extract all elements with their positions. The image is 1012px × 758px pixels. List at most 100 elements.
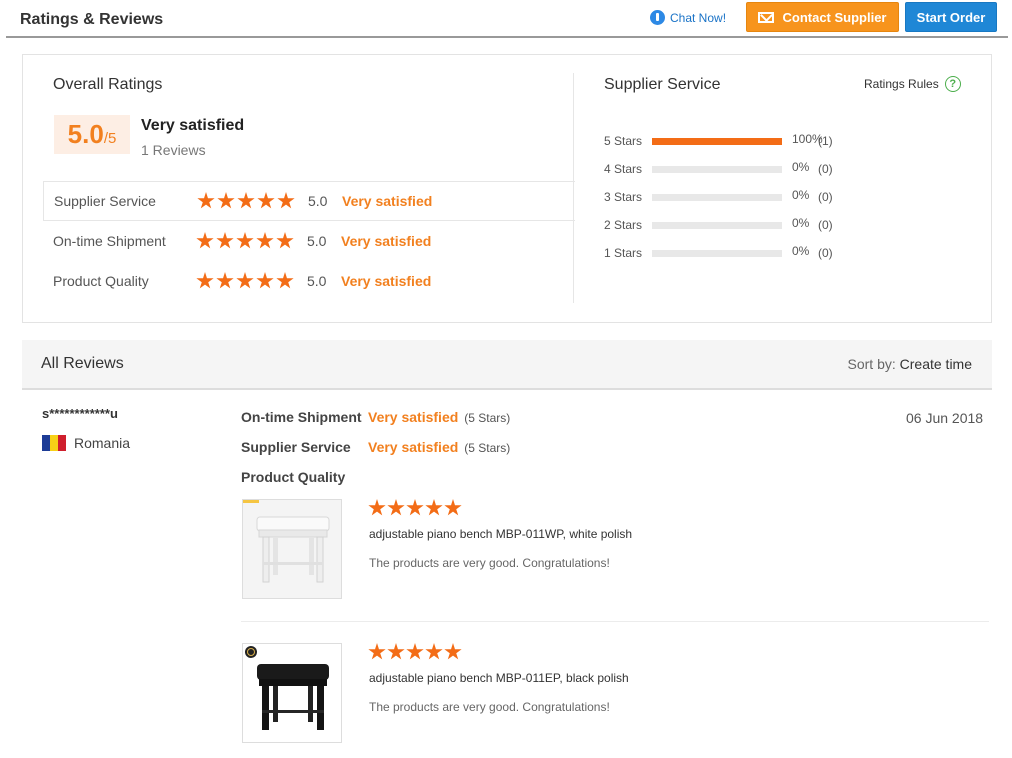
distribution-count: (0) <box>818 190 833 204</box>
star-icon <box>237 192 255 209</box>
star-icon <box>444 643 462 660</box>
star-icon <box>276 232 294 249</box>
rating-breakdown: Supplier Service 5.0 Very satisfied On-t… <box>43 181 575 301</box>
distribution-percent: 0% <box>792 216 810 230</box>
star-icon <box>257 192 275 209</box>
star-icon <box>196 232 214 249</box>
star-icon <box>277 192 295 209</box>
supplier-service-title: Supplier Service <box>604 76 721 93</box>
review-rating-line: Product Quality <box>241 469 510 499</box>
distribution-row: 4 Stars 0% (0) <box>604 159 864 187</box>
overall-label: Very satisfied <box>141 117 245 134</box>
distribution-count: (0) <box>818 162 833 176</box>
star-icon <box>197 192 215 209</box>
distribution-percent: 0% <box>792 160 810 174</box>
white-piano-bench-image <box>243 500 341 598</box>
sort-dropdown[interactable]: Sort by: Create time <box>848 356 973 372</box>
star-icon <box>368 499 386 516</box>
distribution-percent: 0% <box>792 244 810 258</box>
review-count: 1 Reviews <box>141 142 206 158</box>
review-comment: The products are very good. Congratulati… <box>369 700 610 714</box>
reviewer-country: Romania <box>42 435 130 451</box>
rating-row-label: Supplier Service <box>54 193 156 209</box>
start-order-button[interactable]: Start Order <box>905 2 997 32</box>
ratings-rules-label: Ratings Rules <box>864 77 939 91</box>
chat-now-link[interactable]: Chat Now! <box>650 10 726 25</box>
distribution-row: 2 Stars 0% (0) <box>604 215 864 243</box>
ratings-rules-link[interactable]: Ratings Rules ? <box>864 76 961 92</box>
overall-score: 5.0 <box>67 119 104 149</box>
rating-row-score: 5.0 <box>307 273 327 289</box>
distribution-row: 5 Stars 100% (1) <box>604 131 864 159</box>
panel-divider <box>573 73 574 303</box>
distribution-count: (0) <box>818 246 833 260</box>
sort-value: Create time <box>899 356 972 372</box>
reviewed-product: adjustable piano bench MBP-011WP, white … <box>241 498 989 622</box>
rating-row-desc: Very satisfied <box>341 233 432 249</box>
all-reviews-title: All Reviews <box>41 355 124 372</box>
black-piano-bench-image <box>243 644 341 742</box>
rating-row-score: 5.0 <box>307 233 327 249</box>
star-icon <box>196 272 214 289</box>
review-ratings: On-time Shipment Very satisfied (5 Stars… <box>241 409 510 499</box>
review-rating-key: On-time Shipment <box>241 409 362 425</box>
product-image[interactable] <box>242 643 342 743</box>
contact-supplier-label: Contact Supplier <box>782 9 887 25</box>
romania-flag-icon <box>42 435 66 451</box>
product-image[interactable] <box>242 499 342 599</box>
star-distribution: 5 Stars 100% (1) 4 Stars 0% (0) 3 Stars … <box>604 131 864 271</box>
star-icon <box>387 499 405 516</box>
star-icon <box>444 499 462 516</box>
overall-score-badge: 5.0 /5 <box>54 115 130 154</box>
review-rating-key: Supplier Service <box>241 439 351 455</box>
rating-row-product-quality: Product Quality 5.0 Very satisfied <box>43 261 575 301</box>
star-icon <box>406 643 424 660</box>
contact-supplier-button[interactable]: Contact Supplier <box>746 2 899 32</box>
distribution-row: 3 Stars 0% (0) <box>604 187 864 215</box>
distribution-count: (0) <box>818 218 833 232</box>
rating-row-ontime-shipment: On-time Shipment 5.0 Very satisfied <box>43 221 575 261</box>
distribution-bar <box>652 194 782 201</box>
distribution-count: (1) <box>818 134 833 148</box>
review-rating-value: Very satisfied <box>368 409 459 425</box>
overall-ratings-title: Overall Ratings <box>53 76 163 93</box>
product-star-rating <box>368 499 462 517</box>
star-icon <box>406 499 424 516</box>
distribution-row: 1 Stars 0% (0) <box>604 243 864 271</box>
review-rating-line: On-time Shipment Very satisfied (5 Stars… <box>241 409 510 439</box>
rating-row-desc: Very satisfied <box>342 193 433 209</box>
ratings-panel: Overall Ratings 5.0 /5 Very satisfied 1 … <box>22 54 992 323</box>
star-icon <box>387 643 405 660</box>
review-date: 06 Jun 2018 <box>906 410 984 426</box>
reviewed-product: adjustable piano bench MBP-011EP, black … <box>241 642 989 758</box>
star-icon <box>217 192 235 209</box>
star-rating <box>196 272 294 290</box>
star-icon <box>425 643 443 660</box>
distribution-label: 1 Stars <box>604 246 643 260</box>
review-rating-key: Product Quality <box>241 469 346 485</box>
product-name[interactable]: adjustable piano bench MBP-011WP, white … <box>369 527 632 541</box>
distribution-bar-fill <box>652 138 782 145</box>
star-icon <box>216 272 234 289</box>
star-icon <box>236 232 254 249</box>
product-name[interactable]: adjustable piano bench MBP-011EP, black … <box>369 671 629 685</box>
star-icon <box>256 232 274 249</box>
sort-prefix: Sort by: <box>847 356 900 372</box>
star-rating <box>196 232 294 250</box>
rating-row-supplier-service: Supplier Service 5.0 Very satisfied <box>43 181 575 221</box>
all-reviews-bar: All Reviews Sort by: Create time <box>22 340 992 390</box>
question-icon: ? <box>944 76 961 92</box>
page-title: Ratings & Reviews <box>20 11 164 28</box>
review-rating-value: Very satisfied <box>368 439 459 455</box>
envelope-icon <box>758 11 775 23</box>
distribution-bar <box>652 250 782 257</box>
review-rating-stars: (5 Stars) <box>464 441 511 455</box>
review-comment: The products are very good. Congratulati… <box>369 556 610 570</box>
star-rating <box>197 192 295 210</box>
star-icon <box>256 272 274 289</box>
distribution-label: 2 Stars <box>604 218 643 232</box>
distribution-label: 5 Stars <box>604 134 643 148</box>
review-rating-line: Supplier Service Very satisfied (5 Stars… <box>241 439 510 469</box>
review-rating-stars: (5 Stars) <box>464 411 511 425</box>
chat-now-label: Chat Now! <box>670 10 727 25</box>
